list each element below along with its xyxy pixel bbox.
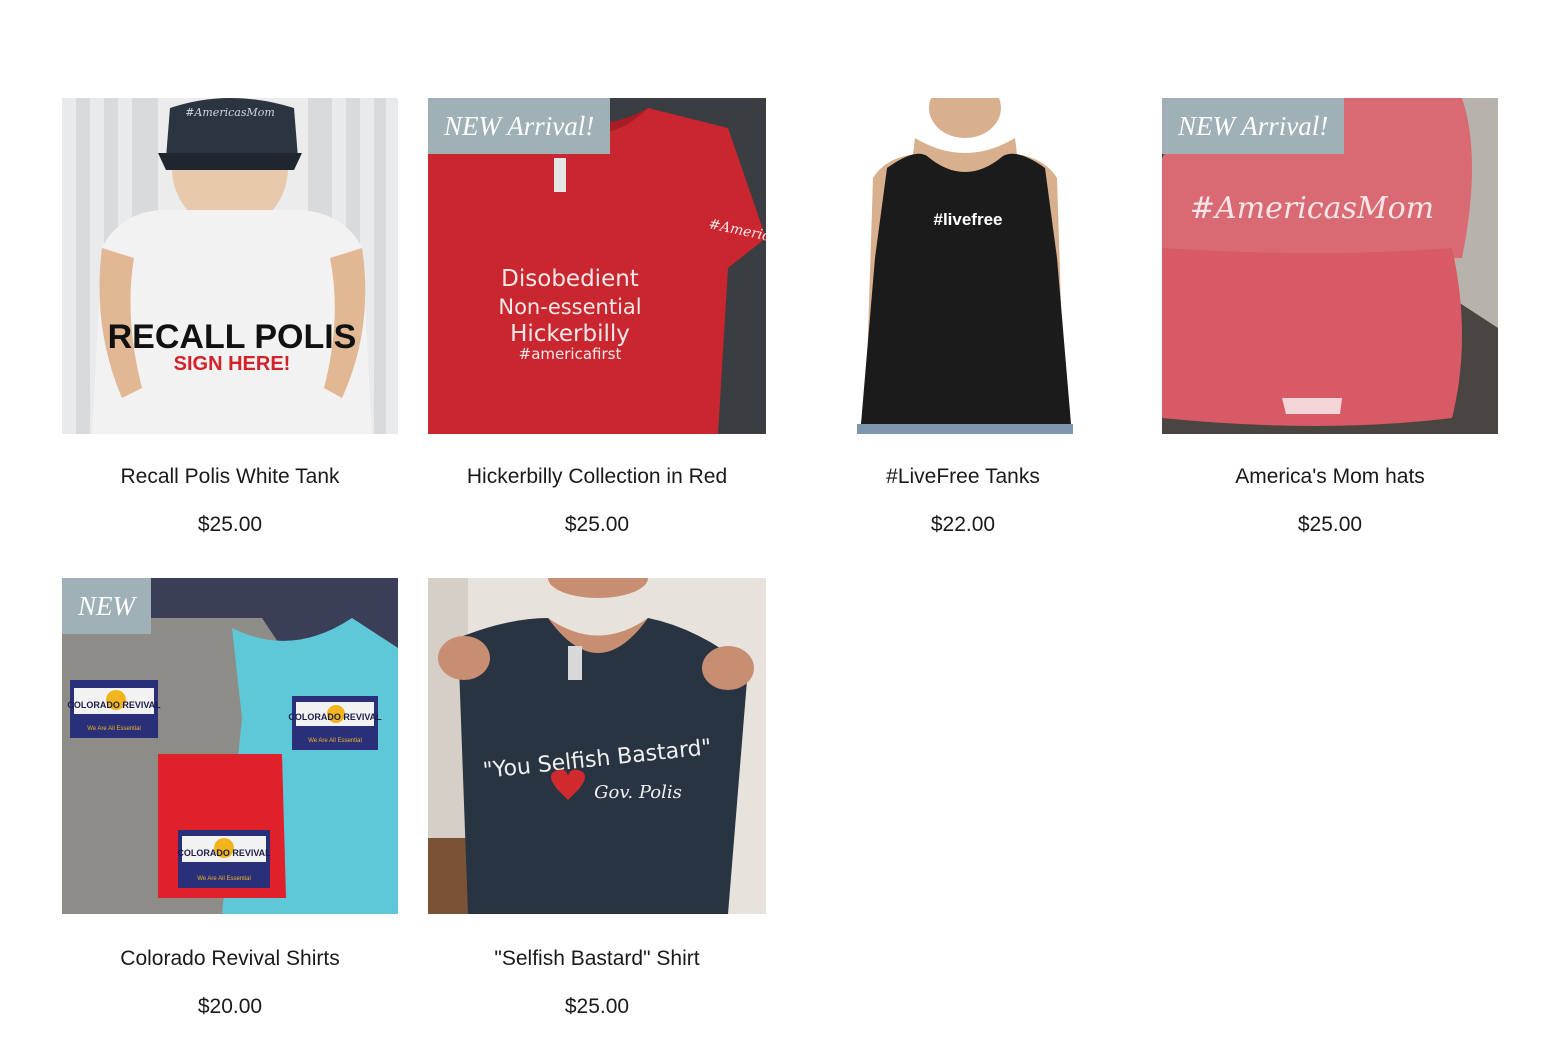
colorado-revival-logo-3: COLORADO REVIVAL We Are All Essential (177, 830, 271, 888)
logo-subtext: We Are All Essential (197, 876, 251, 882)
logo-text: COLORADO REVIVAL (67, 700, 161, 710)
product-title[interactable]: America's Mom hats (1162, 462, 1498, 492)
hat-print: #AmericasMom (185, 106, 275, 119)
logo-subtext: We Are All Essential (308, 738, 362, 744)
product-card-colorado-revival[interactable]: COLORADO REVIVAL We Are All Essential CO… (62, 578, 398, 1022)
product-card-hickerbilly[interactable]: Disobedient Non-essential Hickerbilly #a… (428, 98, 766, 540)
new-ribbon: NEW (62, 578, 151, 634)
product-image[interactable]: COLORADO REVIVAL We Are All Essential CO… (62, 578, 398, 914)
shirt-print-line2: Gov. Polis (594, 782, 682, 803)
logo-text: COLORADO REVIVAL (288, 712, 382, 722)
product-price: $25.00 (564, 995, 630, 1018)
product-title[interactable]: #LiveFree Tanks (795, 462, 1131, 492)
product-image[interactable]: "You Selfish Bastard" Gov. Polis (428, 578, 766, 914)
shirt-print-line1: Disobedient (501, 266, 639, 292)
product-photo-navy-tee: "You Selfish Bastard" Gov. Polis (428, 578, 766, 914)
product-card-livefree[interactable]: #livefree #LiveFree Tanks $22.00 (795, 98, 1131, 540)
shirt-print-line4: #americafirst (519, 345, 622, 363)
logo-subtext: We Are All Essential (87, 726, 141, 732)
product-price: $22.00 (930, 513, 996, 536)
product-title[interactable]: Recall Polis White Tank (62, 462, 398, 492)
logo-text: COLORADO REVIVAL (177, 848, 271, 858)
shirt-print-line3: Hickerbilly (510, 321, 630, 347)
product-card-selfish-bastard[interactable]: "You Selfish Bastard" Gov. Polis "Selfis… (428, 578, 766, 1022)
product-image[interactable]: #livefree (795, 98, 1131, 434)
shirt-print-line2: SIGN HERE! (174, 353, 291, 375)
colorado-revival-logo-2: COLORADO REVIVAL We Are All Essential (288, 696, 382, 750)
product-photo-black-tank: #livefree (795, 98, 1131, 434)
new-arrival-ribbon: NEW Arrival! (428, 98, 611, 154)
product-image[interactable]: #AmericasMom NEW Arrival! (1162, 98, 1498, 434)
product-gallery: RECALL POLIS SIGN HERE! #AmericasMom Rec… (0, 0, 1562, 1038)
colorado-revival-logo-1: COLORADO REVIVAL We Are All Essential (67, 680, 161, 738)
product-title[interactable]: "Selfish Bastard" Shirt (428, 944, 766, 974)
hat-print: #AmericasMom (1190, 191, 1434, 226)
product-price: $20.00 (197, 995, 263, 1018)
product-image[interactable]: Disobedient Non-essential Hickerbilly #a… (428, 98, 766, 434)
new-arrival-ribbon: NEW Arrival! (1162, 98, 1345, 154)
shirt-print: #livefree (934, 210, 1003, 229)
product-price: $25.00 (1297, 513, 1363, 536)
shirt-print-line2: Non-essential (498, 295, 641, 319)
product-price: $25.00 (564, 513, 630, 536)
product-card-americas-mom[interactable]: #AmericasMom NEW Arrival! America's Mom … (1162, 98, 1498, 540)
product-title[interactable]: Hickerbilly Collection in Red (428, 462, 766, 492)
product-price: $25.00 (197, 513, 263, 536)
product-photo-white-tank: RECALL POLIS SIGN HERE! #AmericasMom (62, 98, 398, 434)
product-card-recall-polis[interactable]: RECALL POLIS SIGN HERE! #AmericasMom Rec… (62, 98, 398, 540)
shirt-print-line1: RECALL POLIS (108, 318, 357, 356)
product-title[interactable]: Colorado Revival Shirts (62, 944, 398, 974)
product-image[interactable]: RECALL POLIS SIGN HERE! #AmericasMom (62, 98, 398, 434)
